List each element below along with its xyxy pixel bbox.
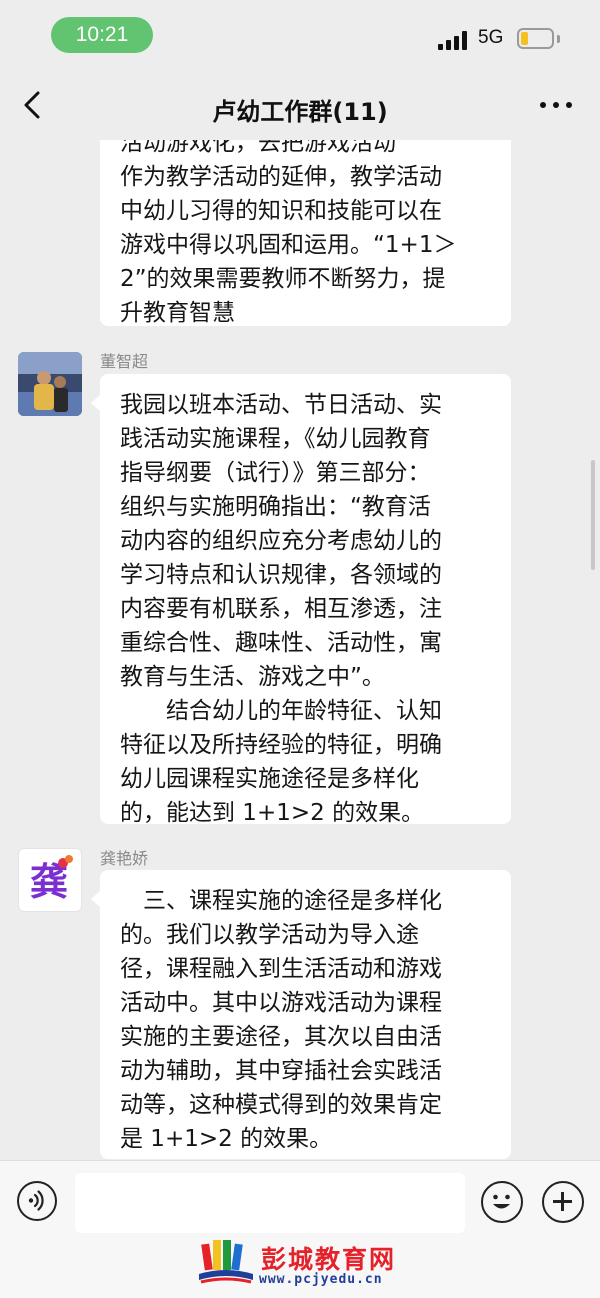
message-line: 作为教学活动的延伸，教学活动 bbox=[120, 164, 442, 190]
network-type: 5G bbox=[478, 27, 504, 48]
message-input[interactable] bbox=[75, 1173, 465, 1233]
cellular-signal-icon bbox=[438, 30, 470, 50]
message-line: 指导纲要（试行）》第三部分： bbox=[120, 460, 431, 486]
scrollbar[interactable] bbox=[591, 460, 595, 570]
message-line: 实施的主要途径，其次以自由活 bbox=[120, 1024, 442, 1050]
more-button[interactable] bbox=[536, 98, 576, 112]
avatar-letter-icon: 龚 bbox=[30, 855, 73, 904]
message-text: 活动游戏化，去把游戏活动作为教学活动的延伸，教学活动 中幼儿习得的知识和技能可以在… bbox=[120, 140, 493, 330]
message-bubble[interactable]: 我园以班本活动、节日活动、实 践活动实施课程，《幼儿园教育 指导纲要（试行）》第三部… bbox=[91, 374, 511, 826]
message-line: 组织与实施明确指出：“教育活 bbox=[120, 494, 431, 520]
battery-cap bbox=[557, 35, 560, 43]
more-horizontal-icon bbox=[540, 102, 546, 108]
message-line: 我园以班本活动、节日活动、实 bbox=[120, 392, 442, 418]
plus-button[interactable] bbox=[542, 1181, 584, 1223]
bubble-tail bbox=[91, 890, 101, 908]
more-dot bbox=[566, 102, 572, 108]
status-bar: 10:21 5G bbox=[0, 0, 600, 70]
message-line: 重综合性、趣味性、活动性，寓 bbox=[120, 630, 442, 656]
message-line: 活动游戏化，去把游戏活动 bbox=[120, 140, 396, 156]
message-line: 学习特点和认识规律，各领域的 bbox=[120, 562, 442, 588]
avatar[interactable]: 龚 bbox=[18, 848, 82, 912]
more-dot bbox=[553, 102, 559, 108]
message-line: 教育与生活、游戏之中”。 bbox=[120, 664, 385, 690]
message-line: 动内容的组织应充分考虑幼儿的 bbox=[120, 528, 442, 554]
back-button[interactable] bbox=[18, 90, 48, 120]
chat-title: 卢幼工作群(11) bbox=[212, 98, 388, 126]
message-line: 的。我们以教学活动为导入途 bbox=[120, 922, 419, 948]
message-line: 幼儿园课程实施途径是多样化 bbox=[120, 766, 419, 792]
message-line: 活动中。其中以游戏活动为课程 bbox=[120, 990, 442, 1016]
message-line: 径，课程融入到生活活动和游戏 bbox=[120, 956, 442, 982]
voice-input-icon bbox=[28, 1190, 44, 1211]
message-line: 动为辅助，其中穿插社会实践活 bbox=[120, 1058, 442, 1084]
message-line: 的，能达到 1+1>2 的效果。 bbox=[120, 800, 425, 826]
sender-name: 董智超 bbox=[100, 352, 149, 371]
message-line: 中幼儿习得的知识和技能可以在 bbox=[120, 198, 442, 224]
emoji-button[interactable] bbox=[481, 1181, 523, 1223]
message-line: 三、课程实施的途径是多样化 bbox=[120, 888, 442, 914]
bubble-tail bbox=[91, 394, 101, 412]
book-logo-icon bbox=[199, 1240, 253, 1284]
emoji-icon bbox=[493, 1194, 510, 1209]
message-line: 是 1+1>2 的效果。 bbox=[120, 1126, 333, 1152]
message-line: 践活动实施课程，《幼儿园教育 bbox=[120, 426, 431, 452]
chevron-left-icon bbox=[24, 91, 40, 119]
watermark-title: 彭城教育网 bbox=[261, 1245, 397, 1274]
status-time: 10:21 bbox=[51, 17, 153, 53]
plus-icon-stroke bbox=[561, 1192, 564, 1211]
avatar[interactable] bbox=[18, 352, 82, 416]
message-line: 内容要有机联系，相互渗透，注 bbox=[120, 596, 442, 622]
message-text: 三、课程实施的途径是多样化 的。我们以教学活动为导入途 径，课程融入到生活活动和游戏… bbox=[120, 884, 493, 1156]
message-line: 结合幼儿的年龄特征、认知 bbox=[120, 698, 442, 724]
message-list[interactable]: 活动游戏化，去把游戏活动作为教学活动的延伸，教学活动 中幼儿习得的知识和技能可以在… bbox=[0, 140, 600, 1160]
message-line: 特征以及所持经验的特征，明确 bbox=[120, 732, 442, 758]
nav-bar: 卢幼工作群(11) bbox=[0, 70, 600, 140]
battery-level bbox=[521, 32, 528, 45]
battery-low-icon bbox=[517, 28, 554, 49]
message-line: 动等，这种模式得到的效果肯定 bbox=[120, 1092, 442, 1118]
message-bubble[interactable]: 活动游戏化，去把游戏活动作为教学活动的延伸，教学活动 中幼儿习得的知识和技能可以在… bbox=[100, 140, 511, 326]
message-text: 我园以班本活动、节日活动、实 践活动实施课程，《幼儿园教育 指导纲要（试行）》第三部… bbox=[120, 388, 493, 830]
watermark-url: www.pcjyedu.cn bbox=[259, 1272, 383, 1287]
message-line: 游戏中得以巩固和运用。“1+1＞ bbox=[120, 232, 457, 258]
watermark: 彭城教育网 www.pcjyedu.cn bbox=[195, 1238, 425, 1294]
avatar-photo-icon bbox=[18, 352, 82, 416]
message-line: 2”的效果需要教师不断努力，提 bbox=[120, 266, 446, 292]
message-line: 升教育智慧 bbox=[120, 300, 235, 326]
sender-name: 龚艳娇 bbox=[100, 849, 149, 868]
voice-button[interactable] bbox=[17, 1181, 57, 1221]
message-bubble[interactable]: 三、课程实施的途径是多样化 的。我们以教学活动为导入途 径，课程融入到生活活动和游戏… bbox=[91, 870, 511, 1159]
